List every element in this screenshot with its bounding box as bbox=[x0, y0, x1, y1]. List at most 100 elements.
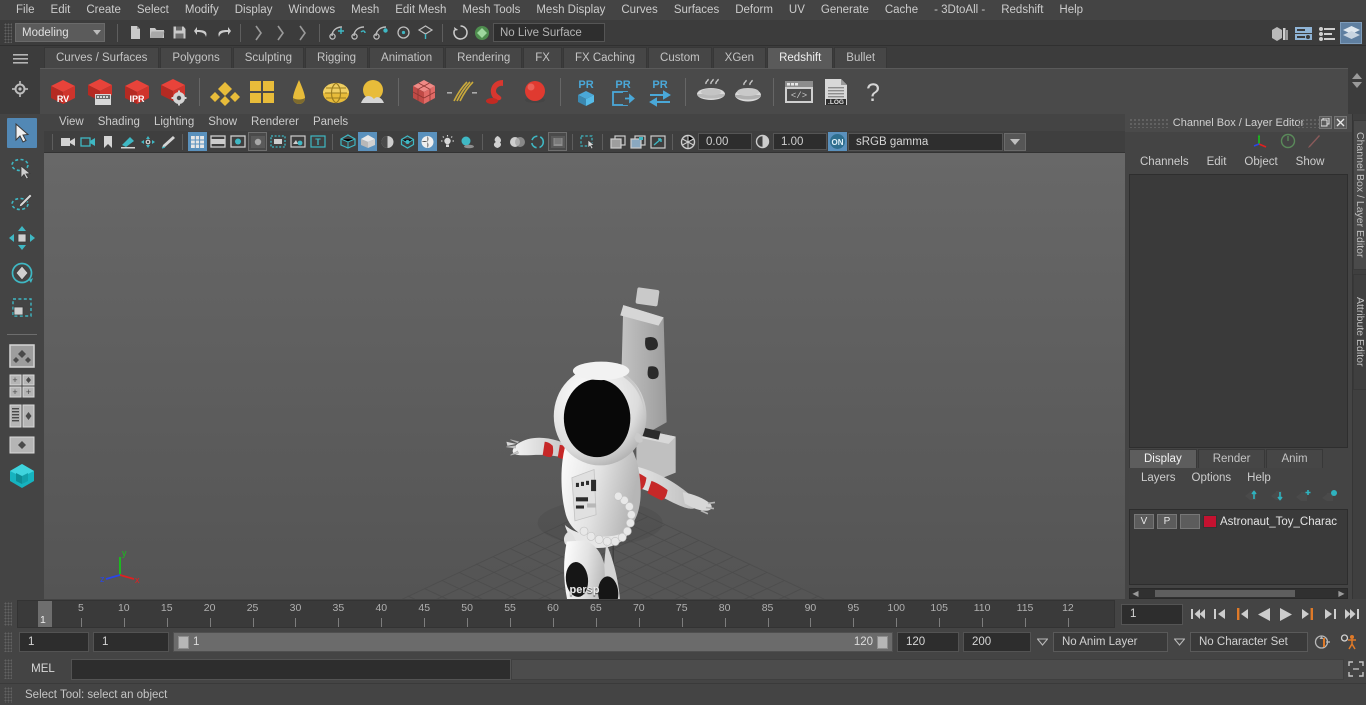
menu-edit-mesh[interactable]: Edit Mesh bbox=[387, 0, 454, 20]
redshift-hair-icon[interactable] bbox=[444, 75, 478, 109]
bookmark-icon[interactable] bbox=[98, 132, 117, 151]
menu-create[interactable]: Create bbox=[78, 0, 129, 20]
current-time-indicator[interactable]: 1 bbox=[38, 601, 52, 627]
layout-outliner-persp[interactable] bbox=[6, 403, 38, 429]
menu-surfaces[interactable]: Surfaces bbox=[666, 0, 727, 20]
command-line-grip[interactable] bbox=[4, 659, 12, 679]
exposure-field[interactable]: 0.00 bbox=[698, 133, 752, 150]
redshift-proxy-icon[interactable] bbox=[407, 75, 441, 109]
redshift-pr-export-icon[interactable]: PR bbox=[606, 75, 640, 109]
redshift-render-settings-icon[interactable] bbox=[157, 75, 191, 109]
shelf-tab-sculpting[interactable]: Sculpting bbox=[232, 47, 305, 68]
shelf-tab-polygons[interactable]: Polygons bbox=[160, 47, 232, 68]
redshift-portal-light-icon[interactable] bbox=[245, 75, 279, 109]
construction-history-icon[interactable] bbox=[449, 22, 471, 44]
menu-windows[interactable]: Windows bbox=[280, 0, 343, 20]
scroll-down-icon[interactable] bbox=[1352, 81, 1362, 88]
layer-visibility-toggle[interactable]: V bbox=[1134, 514, 1154, 529]
vtab-attribute-editor[interactable]: Attribute Editor bbox=[1353, 274, 1366, 390]
menu-select[interactable]: Select bbox=[129, 0, 177, 20]
undo-icon[interactable] bbox=[190, 22, 212, 44]
toggle-film-gate-display-icon[interactable] bbox=[268, 132, 287, 151]
layer-list-horizontal-scrollbar[interactable]: ◀ ▶ bbox=[1129, 588, 1348, 599]
menu-edit[interactable]: Edit bbox=[43, 0, 79, 20]
current-frame-field[interactable]: 1 bbox=[1121, 603, 1183, 625]
redshift-pr-transfer-icon[interactable]: PR bbox=[643, 75, 677, 109]
playback-start-time-field[interactable]: 1 bbox=[93, 632, 169, 652]
shelf-tab-fx[interactable]: FX bbox=[523, 47, 562, 68]
layer-color-swatch[interactable] bbox=[1203, 515, 1217, 528]
menu-set-selector[interactable]: Modeling bbox=[15, 23, 105, 42]
toggle-resolution-gate-icon[interactable] bbox=[228, 132, 247, 151]
menu-generate[interactable]: Generate bbox=[813, 0, 877, 20]
go-to-end-icon[interactable] bbox=[1343, 605, 1360, 623]
grease-pencil-icon[interactable] bbox=[158, 132, 177, 151]
vtab-channel-box-layer-editor[interactable]: Channel Box / Layer Editor bbox=[1353, 120, 1366, 270]
tool-lasso-select[interactable] bbox=[7, 153, 37, 183]
redshift-help-icon[interactable]: ? bbox=[856, 75, 890, 109]
character-set-dropdown-caret[interactable] bbox=[1172, 638, 1186, 646]
shelf-tab-rigging[interactable]: Rigging bbox=[305, 47, 369, 68]
layer-row[interactable]: V P Astronaut_Toy_Charac bbox=[1132, 513, 1345, 530]
redshift-bake-pie-icon[interactable] bbox=[731, 75, 765, 109]
tool-move[interactable] bbox=[7, 223, 37, 253]
scroll-up-icon[interactable] bbox=[1352, 72, 1362, 79]
layer-list[interactable]: V P Astronaut_Toy_Charac bbox=[1129, 509, 1348, 585]
redshift-render-view-icon[interactable]: RV bbox=[46, 75, 80, 109]
layer-menu-layers[interactable]: Layers bbox=[1133, 472, 1184, 484]
channel-box-menu-show[interactable]: Show bbox=[1287, 156, 1334, 168]
toggle-textured-icon[interactable] bbox=[418, 132, 437, 151]
layer-menu-options[interactable]: Options bbox=[1184, 472, 1240, 484]
scroll-left-icon[interactable]: ◀ bbox=[1130, 589, 1141, 598]
layer-tab-display[interactable]: Display bbox=[1129, 449, 1197, 468]
manipulator-axis-icon[interactable] bbox=[1253, 133, 1270, 152]
menu-mesh-display[interactable]: Mesh Display bbox=[528, 0, 613, 20]
live-surface-field[interactable]: No Live Surface bbox=[493, 23, 605, 42]
snap-to-point-icon[interactable] bbox=[370, 22, 392, 44]
move-layer-down-icon[interactable] bbox=[1269, 489, 1286, 505]
command-language-label[interactable]: MEL bbox=[15, 663, 71, 675]
open-scene-icon[interactable] bbox=[146, 22, 168, 44]
command-output-field[interactable] bbox=[511, 658, 1344, 680]
anim-layer-dropdown-caret[interactable] bbox=[1035, 638, 1049, 646]
layer-tab-render[interactable]: Render bbox=[1197, 449, 1266, 468]
isolate-select-icon[interactable] bbox=[578, 132, 597, 151]
menu-display[interactable]: Display bbox=[227, 0, 281, 20]
redshift-area-light-icon[interactable] bbox=[208, 75, 242, 109]
play-forwards-icon[interactable] bbox=[1277, 605, 1294, 623]
new-scene-icon[interactable] bbox=[124, 22, 146, 44]
menu-modify[interactable]: Modify bbox=[177, 0, 227, 20]
gamma-icon[interactable] bbox=[753, 132, 772, 151]
animation-preferences-icon[interactable] bbox=[1338, 632, 1362, 652]
character-set-selector[interactable]: No Character Set bbox=[1190, 632, 1308, 652]
range-end-handle[interactable] bbox=[877, 635, 888, 649]
camera-attributes-icon[interactable] bbox=[78, 132, 97, 151]
step-forward-frame-icon[interactable] bbox=[1299, 605, 1316, 623]
range-slider-left-handle-group[interactable]: 1 bbox=[174, 635, 199, 649]
step-back-keyframe-icon[interactable] bbox=[1211, 605, 1228, 623]
toggle-lights-display-icon[interactable] bbox=[288, 132, 307, 151]
menu-redshift[interactable]: Redshift bbox=[993, 0, 1051, 20]
redshift-physical-sun-icon[interactable] bbox=[356, 75, 390, 109]
menu-curves[interactable]: Curves bbox=[613, 0, 665, 20]
layer-display-type-toggle[interactable] bbox=[1180, 514, 1200, 529]
redshift-volume-icon[interactable] bbox=[481, 75, 515, 109]
scroll-right-icon[interactable]: ▶ bbox=[1336, 589, 1347, 598]
time-slider-grip[interactable] bbox=[4, 602, 12, 626]
show-hide-tool-settings-icon[interactable] bbox=[1316, 22, 1338, 44]
panel-menu-view[interactable]: View bbox=[52, 114, 91, 131]
select-camera-icon[interactable] bbox=[58, 132, 77, 151]
gamma-field[interactable]: 1.00 bbox=[773, 133, 827, 150]
channel-box-menu-object[interactable]: Object bbox=[1235, 156, 1286, 168]
layer-playback-toggle[interactable]: P bbox=[1157, 514, 1177, 529]
shading-smooth-icon[interactable] bbox=[358, 132, 377, 151]
redshift-ies-light-icon[interactable] bbox=[282, 75, 316, 109]
panel-menu-show[interactable]: Show bbox=[201, 114, 244, 131]
xray-joints-icon[interactable] bbox=[608, 132, 627, 151]
menu-cache[interactable]: Cache bbox=[877, 0, 926, 20]
xray-active-components-icon[interactable] bbox=[628, 132, 647, 151]
toggle-grid-icon[interactable] bbox=[188, 132, 207, 151]
toggle-shadows-icon[interactable] bbox=[458, 132, 477, 151]
layout-four-view[interactable]: + + + bbox=[6, 373, 38, 399]
shading-wireframe-icon[interactable] bbox=[338, 132, 357, 151]
